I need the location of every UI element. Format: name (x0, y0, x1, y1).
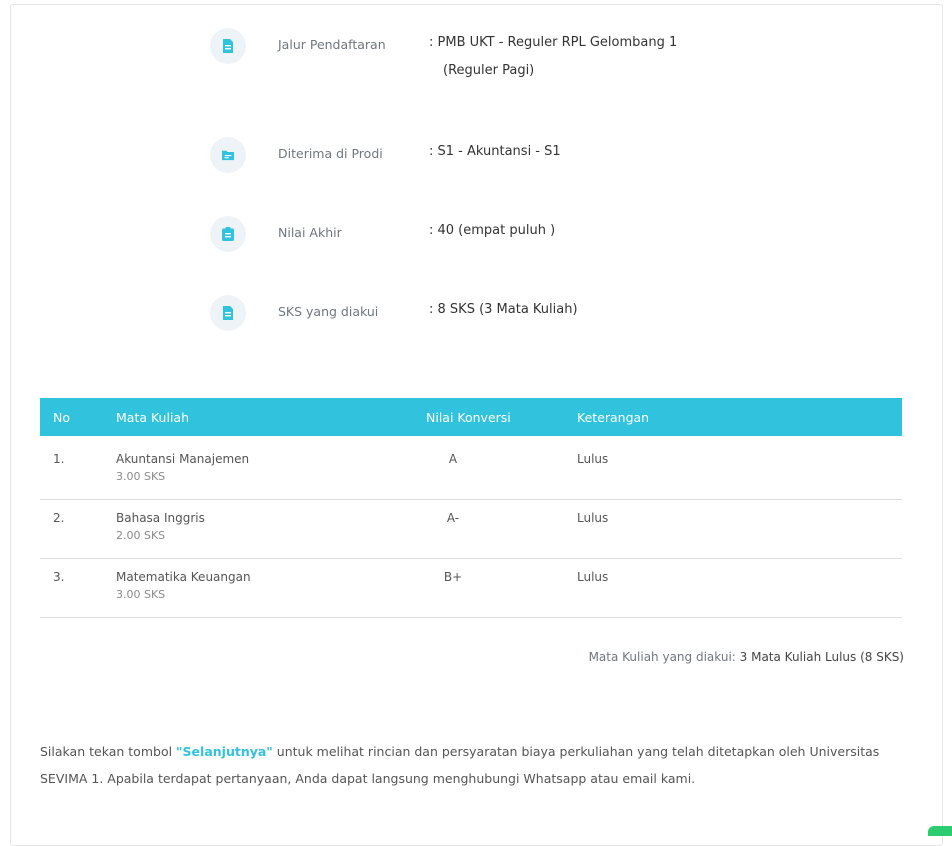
row-ket: Lulus (577, 452, 609, 466)
info-row-prodi: Diterima di Prodi : S1 - Akuntansi - S1 (210, 137, 561, 173)
table-row: 1. Akuntansi Manajemen 3.00 SKS A Lulus (40, 441, 902, 500)
row-no: 1. (53, 452, 65, 466)
row-grade: B+ (443, 570, 463, 584)
col-keterangan: Keterangan (577, 410, 650, 425)
info-value: : 40 (empat puluh ) (429, 223, 556, 238)
info-label: Diterima di Prodi (278, 146, 383, 161)
info-label: Jalur Pendaftaran (278, 37, 386, 52)
folder-icon (210, 137, 246, 173)
row-sks: 2.00 SKS (116, 529, 166, 542)
info-label: Nilai Akhir (278, 225, 342, 240)
info-row-sks: SKS yang diakui : 8 SKS (3 Mata Kuliah) (210, 295, 578, 331)
sks-summary: Mata Kuliah yang diakui: 3 Mata Kuliah L… (588, 650, 904, 664)
row-no: 2. (53, 511, 65, 525)
row-name: Bahasa Inggris (116, 511, 205, 525)
info-value: : S1 - Akuntansi - S1 (429, 144, 561, 159)
col-nilai-konversi: Nilai Konversi (426, 410, 511, 425)
row-sks: 3.00 SKS (116, 470, 166, 483)
file-icon (210, 295, 246, 331)
clipboard-icon (210, 216, 246, 252)
info-value: : PMB UKT - Reguler RPL Gelombang 1 (Reg… (429, 35, 678, 78)
col-mata-kuliah: Mata Kuliah (116, 410, 190, 425)
row-grade: A (448, 452, 458, 466)
row-ket: Lulus (577, 511, 609, 525)
selanjutnya-highlight: "Selanjutnya" (176, 744, 273, 759)
table-header: No Mata Kuliah Nilai Konversi Keterangan (40, 398, 902, 436)
col-no: No (53, 410, 70, 425)
row-sks: 3.00 SKS (116, 588, 166, 601)
table-row: 2. Bahasa Inggris 2.00 SKS A- Lulus (40, 500, 902, 559)
info-label: SKS yang diakui (278, 304, 379, 319)
whatsapp-chat-button[interactable] (928, 826, 952, 836)
row-ket: Lulus (577, 570, 609, 584)
row-name: Akuntansi Manajemen (116, 452, 250, 466)
file-icon (210, 28, 246, 64)
next-step-notice: Silakan tekan tombol "Selanjutnya" untuk… (40, 744, 880, 786)
row-grade: A- (446, 511, 460, 525)
info-row-nilai: Nilai Akhir : 40 (empat puluh ) (210, 216, 555, 252)
info-row-jalur: Jalur Pendaftaran : PMB UKT - Reguler RP… (210, 28, 677, 78)
table-row: 3. Matematika Keuangan 3.00 SKS B+ Lulus (40, 559, 902, 618)
row-name: Matematika Keuangan (116, 570, 251, 584)
info-value: : 8 SKS (3 Mata Kuliah) (429, 302, 578, 317)
row-no: 3. (53, 570, 65, 584)
